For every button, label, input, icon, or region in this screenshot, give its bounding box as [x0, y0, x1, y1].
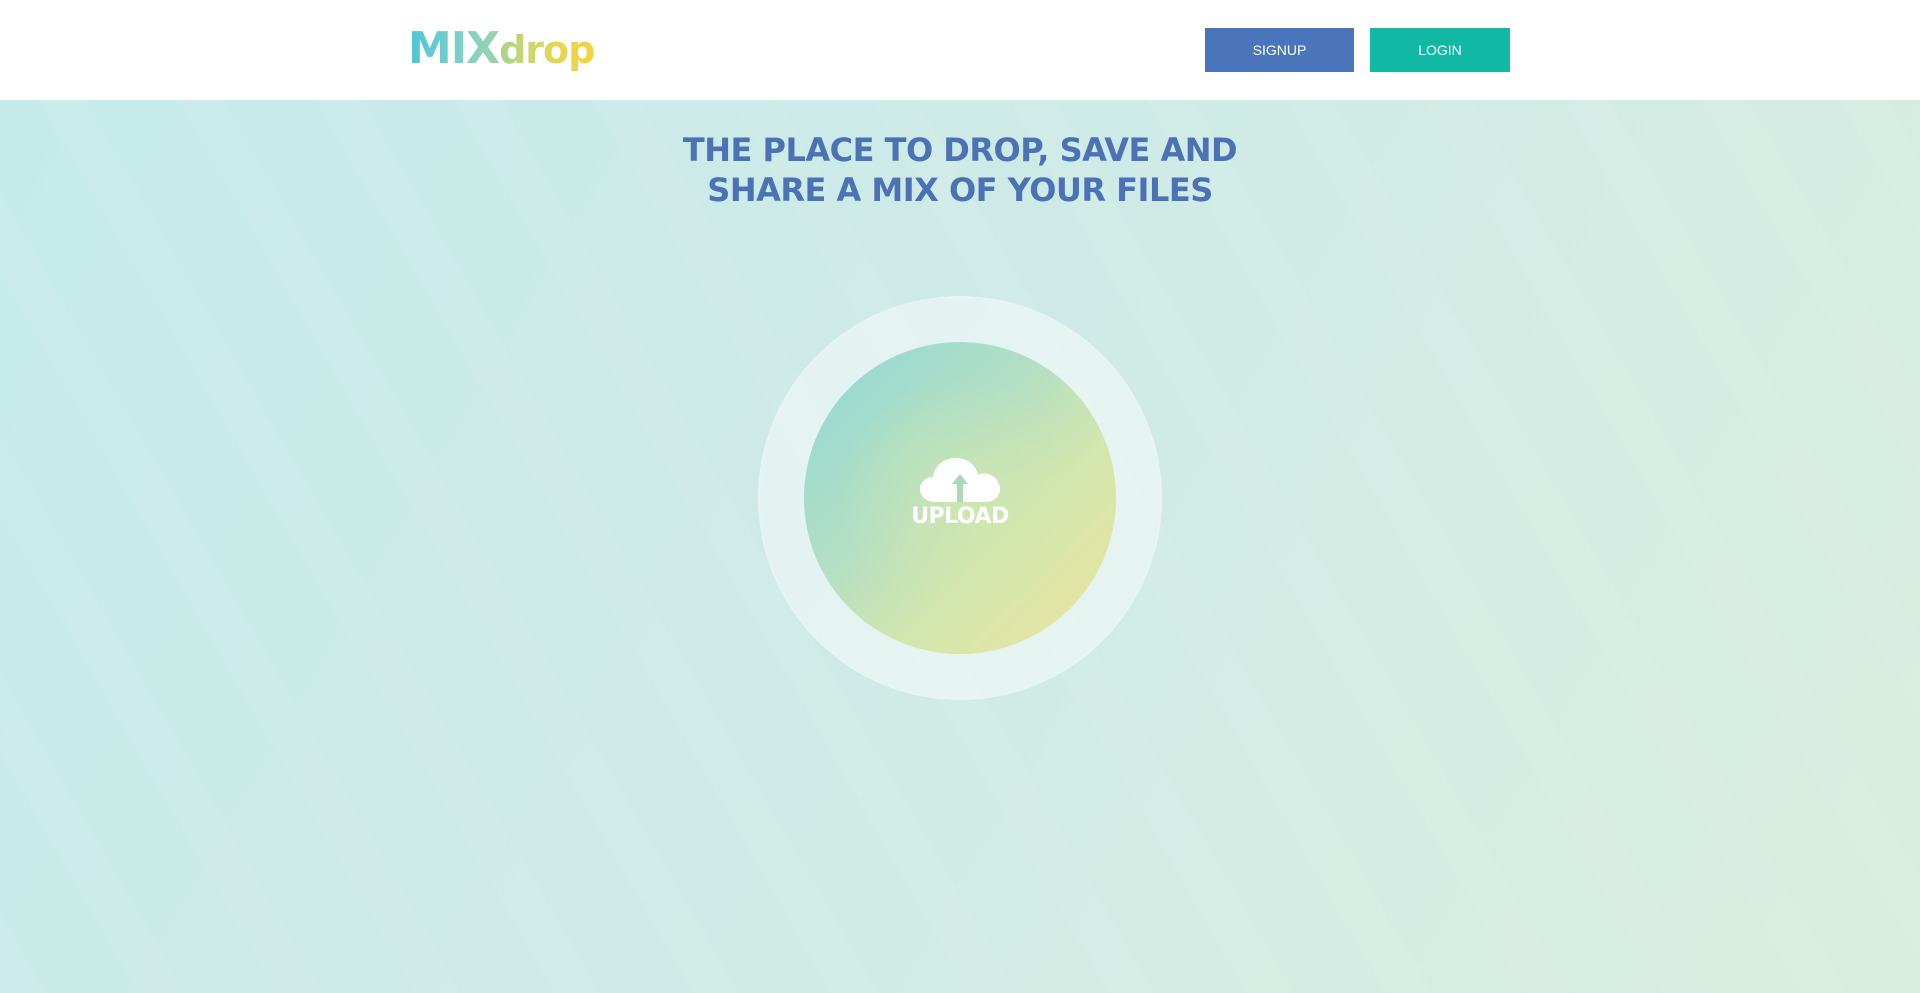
upload-label: UPLOAD: [911, 504, 1009, 529]
site-header: MIX drop SIGNUP LOGIN: [0, 0, 1920, 100]
logo-drop-text: drop: [499, 25, 595, 75]
hero-section: THE PLACE TO DROP, SAVE AND SHARE A MIX …: [0, 100, 1920, 993]
logo-mix-text: MIX: [408, 23, 500, 74]
upload-ring: UPLOAD: [760, 298, 1160, 698]
cloud-upload-icon: [920, 458, 1000, 502]
headline-line-1: THE PLACE TO DROP, SAVE AND: [682, 131, 1238, 169]
page-headline: THE PLACE TO DROP, SAVE AND SHARE A MIX …: [560, 130, 1360, 210]
mixdrop-logo[interactable]: MIX drop: [408, 23, 595, 75]
headline-line-2: SHARE A MIX OF YOUR FILES: [707, 171, 1213, 209]
signup-button[interactable]: SIGNUP: [1205, 28, 1354, 72]
login-button[interactable]: LOGIN: [1370, 28, 1510, 72]
upload-button[interactable]: UPLOAD: [804, 342, 1116, 654]
